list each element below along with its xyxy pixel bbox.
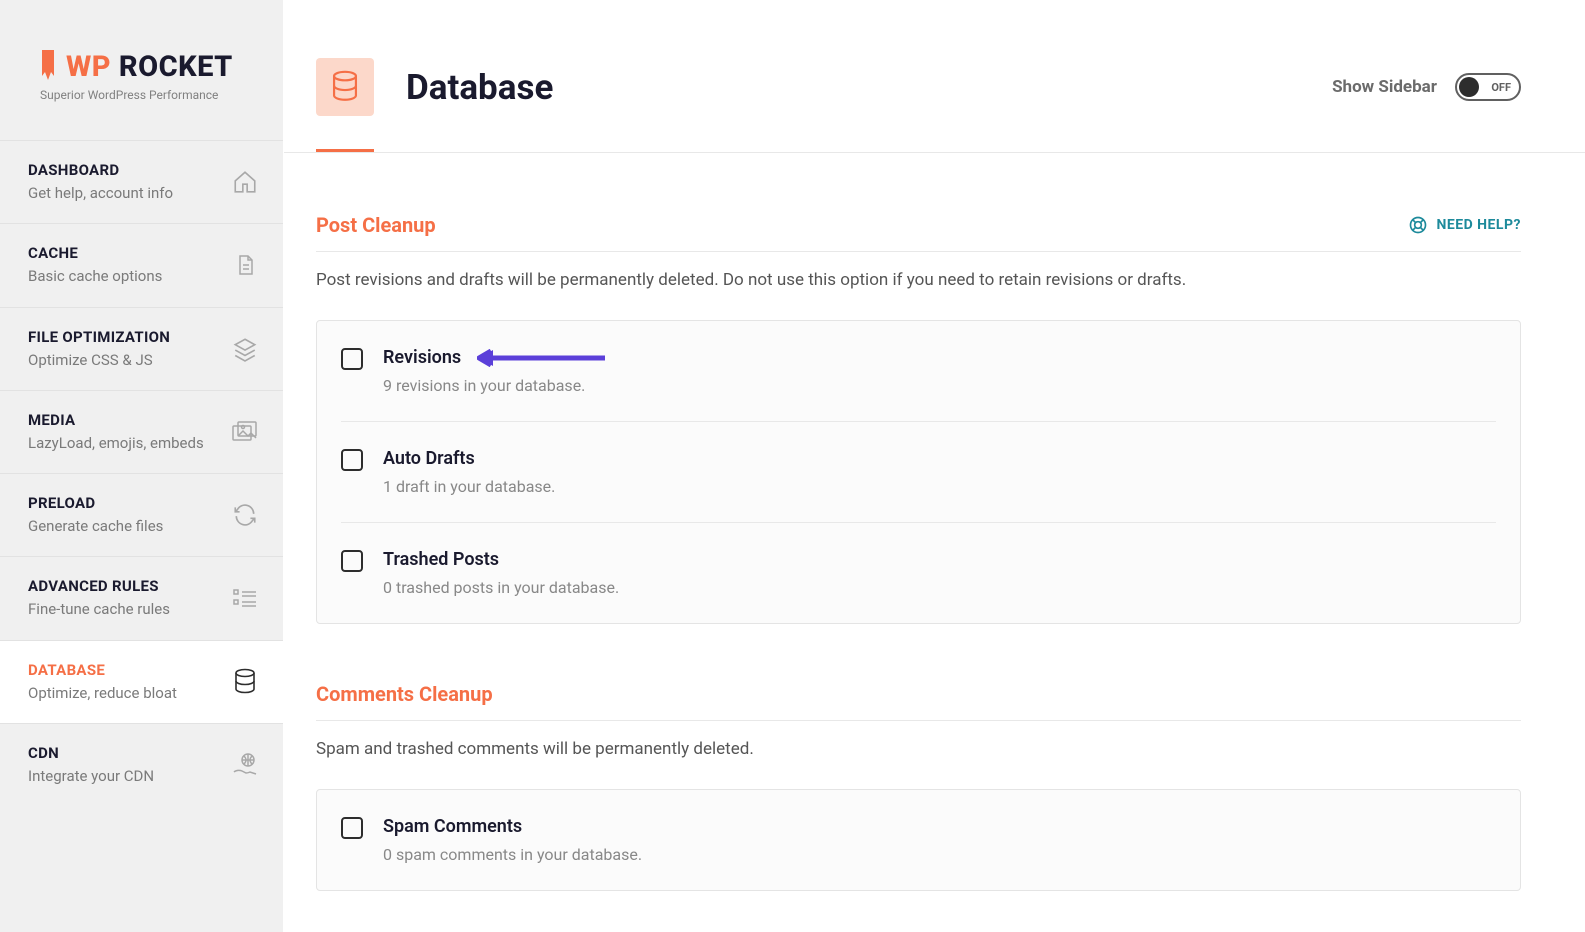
show-sidebar-label: Show Sidebar xyxy=(1332,77,1437,97)
section-title: Comments Cleanup xyxy=(316,682,493,706)
section-desc: Spam and trashed comments will be perman… xyxy=(316,739,1521,759)
toggle-state-label: OFF xyxy=(1491,81,1511,94)
sidebar-item-sub: Basic cache options xyxy=(28,266,162,286)
sidebar-item-sub: Optimize CSS & JS xyxy=(28,350,170,370)
list-settings-icon xyxy=(231,584,259,612)
section-title: Post Cleanup xyxy=(316,213,436,237)
sidebar-item-label: PRELOAD xyxy=(28,494,163,512)
refresh-icon xyxy=(231,501,259,529)
sidebar-item-sub: Integrate your CDN xyxy=(28,766,154,786)
checkbox-trashed-posts[interactable] xyxy=(341,550,363,572)
option-sub: 0 spam comments in your database. xyxy=(383,845,642,864)
show-sidebar-toggle[interactable]: OFF xyxy=(1455,73,1521,101)
sidebar-item-file-optimization[interactable]: FILE OPTIMIZATION Optimize CSS & JS xyxy=(0,307,283,390)
option-title: Auto Drafts xyxy=(383,448,555,469)
annotation-arrow-icon xyxy=(477,349,607,367)
logo-block: WP ROCKET Superior WordPress Performance xyxy=(0,0,283,140)
sidebar-item-advanced-rules[interactable]: ADVANCED RULES Fine-tune cache rules xyxy=(0,556,283,639)
option-title: Spam Comments xyxy=(383,816,642,837)
option-sub: 9 revisions in your database. xyxy=(383,376,607,395)
need-help-label: NEED HELP? xyxy=(1436,217,1521,233)
sidebar-item-label: CACHE xyxy=(28,244,162,262)
database-icon xyxy=(231,668,259,696)
section-comments-cleanup: Comments Cleanup Spam and trashed commen… xyxy=(316,682,1521,891)
checkbox-revisions[interactable] xyxy=(341,348,363,370)
document-icon xyxy=(231,251,259,279)
page-header-icon xyxy=(316,58,374,116)
sidebar-item-cache[interactable]: CACHE Basic cache options xyxy=(0,223,283,306)
main-content: Database Show Sidebar OFF Post Cleanup xyxy=(284,0,1585,932)
sidebar-item-sub: Generate cache files xyxy=(28,516,163,536)
sidebar-item-cdn[interactable]: CDN Integrate your CDN xyxy=(0,723,283,806)
layers-icon xyxy=(231,335,259,363)
rocket-logo-icon xyxy=(38,50,58,84)
logo-part2: ROCKET xyxy=(119,50,233,84)
option-sub: 1 draft in your database. xyxy=(383,477,555,496)
need-help-link[interactable]: NEED HELP? xyxy=(1408,215,1521,235)
sidebar-item-label: DATABASE xyxy=(28,661,177,679)
logo-tagline: Superior WordPress Performance xyxy=(40,88,255,102)
sidebar-item-dashboard[interactable]: DASHBOARD Get help, account info xyxy=(0,140,283,223)
sidebar-item-sub: Optimize, reduce bloat xyxy=(28,683,177,703)
sidebar-item-label: MEDIA xyxy=(28,411,204,429)
option-trashed-posts: Trashed Posts 0 trashed posts in your da… xyxy=(341,523,1496,623)
option-sub: 0 trashed posts in your database. xyxy=(383,578,619,597)
comments-cleanup-options: Spam Comments 0 spam comments in your da… xyxy=(316,789,1521,891)
post-cleanup-options: Revisions 9 revisions in your database. … xyxy=(316,320,1521,624)
logo: WP ROCKET xyxy=(38,50,255,84)
sidebar-item-label: CDN xyxy=(28,744,154,762)
option-spam-comments: Spam Comments 0 spam comments in your da… xyxy=(341,790,1496,890)
page-title: Database xyxy=(406,67,553,108)
sidebar-item-sub: LazyLoad, emojis, embeds xyxy=(28,433,204,453)
sidebar-item-label: ADVANCED RULES xyxy=(28,577,170,595)
option-title: Revisions xyxy=(383,347,461,368)
images-icon xyxy=(231,418,259,446)
globe-hand-icon xyxy=(231,751,259,779)
toggle-knob xyxy=(1459,77,1479,97)
sidebar: WP ROCKET Superior WordPress Performance… xyxy=(0,0,284,932)
home-icon xyxy=(231,168,259,196)
sidebar-item-media[interactable]: MEDIA LazyLoad, emojis, embeds xyxy=(0,390,283,473)
option-title: Trashed Posts xyxy=(383,549,619,570)
checkbox-spam-comments[interactable] xyxy=(341,817,363,839)
sidebar-item-label: FILE OPTIMIZATION xyxy=(28,328,170,346)
sidebar-item-label: DASHBOARD xyxy=(28,161,173,179)
logo-part1: WP xyxy=(66,50,111,84)
sidebar-item-preload[interactable]: PRELOAD Generate cache files xyxy=(0,473,283,556)
sidebar-item-database[interactable]: DATABASE Optimize, reduce bloat xyxy=(0,640,283,723)
sidebar-item-sub: Fine-tune cache rules xyxy=(28,599,170,619)
checkbox-auto-drafts[interactable] xyxy=(341,449,363,471)
section-desc: Post revisions and drafts will be perman… xyxy=(316,270,1521,290)
page-header: Database Show Sidebar OFF xyxy=(284,0,1585,153)
section-post-cleanup: Post Cleanup NEED HELP? Post revisions a… xyxy=(316,213,1521,624)
option-auto-drafts: Auto Drafts 1 draft in your database. xyxy=(341,422,1496,523)
lifebuoy-icon xyxy=(1408,215,1428,235)
option-revisions: Revisions 9 revisions in your database. xyxy=(341,321,1496,422)
sidebar-item-sub: Get help, account info xyxy=(28,183,173,203)
